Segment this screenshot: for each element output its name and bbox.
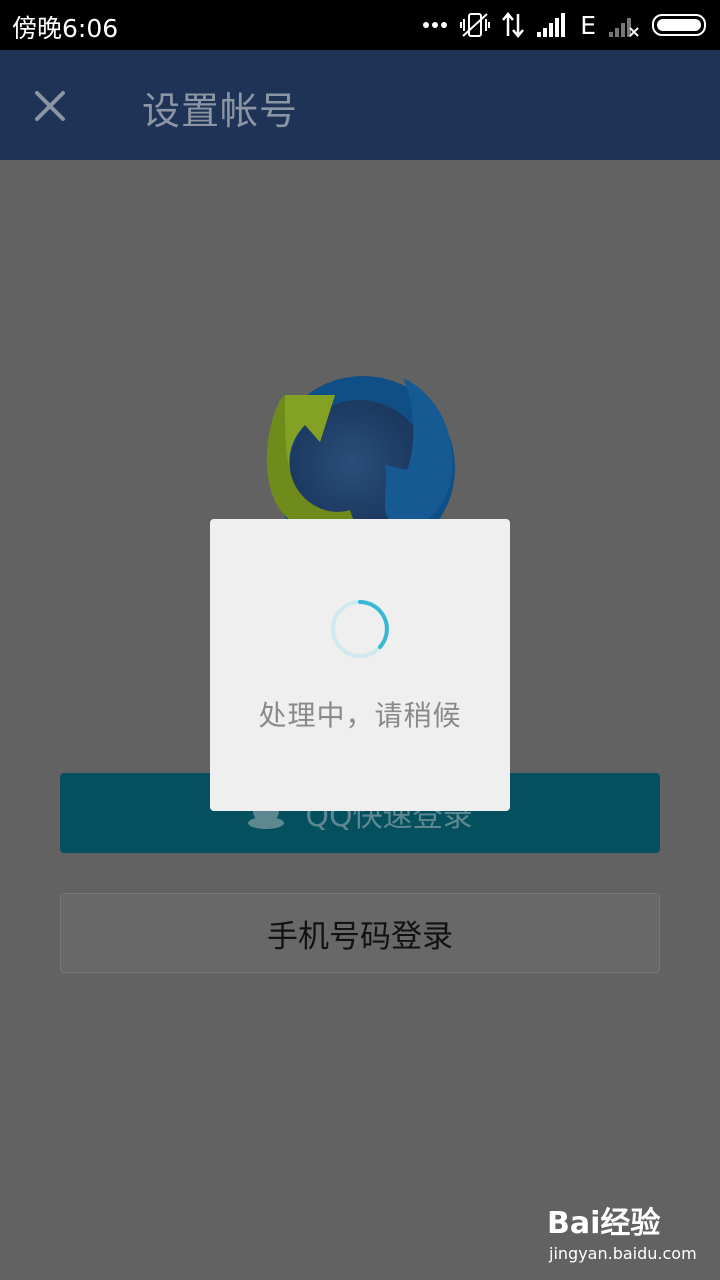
network-type-label: E bbox=[580, 10, 596, 40]
data-transfer-icon bbox=[502, 12, 525, 38]
baidu-jingyan-watermark: Bai经验 jingyan.baidu.com bbox=[547, 1198, 697, 1268]
no-signal-icon bbox=[609, 18, 639, 37]
phone-login-label: 手机号码登录 bbox=[267, 918, 453, 955]
loading-message: 处理中，请稍候 bbox=[258, 699, 462, 732]
battery-icon bbox=[652, 14, 706, 36]
app-header: 设置帐号 bbox=[0, 50, 720, 160]
more-dots-icon bbox=[423, 22, 448, 28]
status-time: 傍晚6:06 bbox=[12, 14, 119, 43]
status-bar: 傍晚6:06 E bbox=[0, 0, 720, 50]
loading-dialog: 处理中，请稍候 bbox=[210, 519, 510, 811]
status-icons: E bbox=[422, 10, 708, 40]
vibrate-off-icon bbox=[460, 13, 491, 37]
loading-spinner-icon bbox=[331, 600, 389, 658]
page-title: 设置帐号 bbox=[142, 89, 299, 133]
watermark-brand: Bai经验 bbox=[547, 1206, 661, 1241]
close-icon[interactable] bbox=[30, 86, 70, 126]
watermark-url: jingyan.baidu.com bbox=[549, 1244, 697, 1263]
signal-icon bbox=[537, 13, 566, 37]
phone-login-button[interactable]: 手机号码登录 bbox=[60, 893, 660, 973]
